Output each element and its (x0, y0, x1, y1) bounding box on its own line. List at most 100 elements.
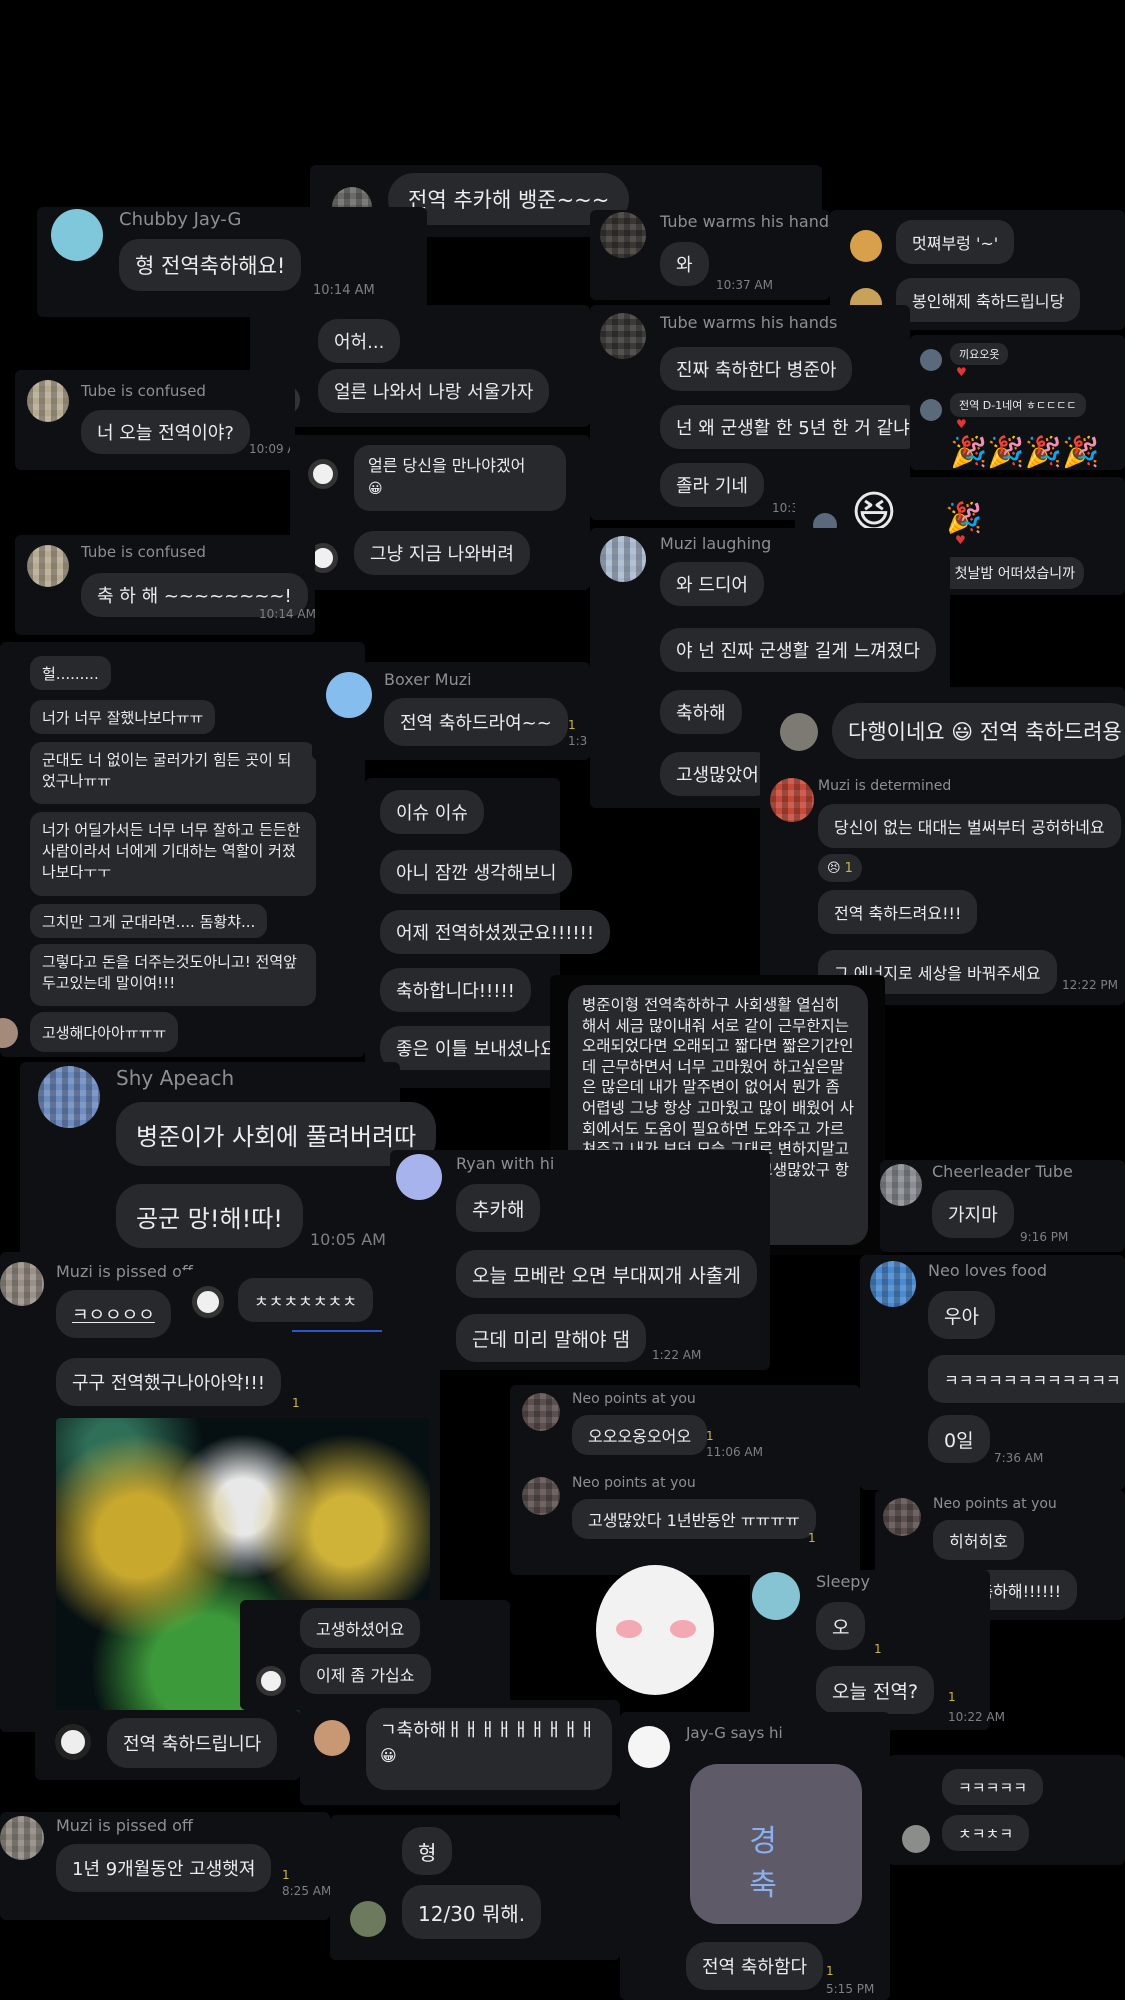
message-bubble: 고생많았다 1년반동안 ㅠㅠㅠㅠ (572, 1499, 816, 1539)
message-bubble: 1년 9개월동안 고생햇져 (56, 1844, 272, 1892)
avatar[interactable] (350, 1901, 386, 1937)
message-bubble: 얼른 당신을 만나야겠어 😀 (354, 445, 566, 511)
sender-name: Tube is confused (81, 543, 206, 561)
message-bubble: 고생많았어 (660, 752, 775, 796)
avatar[interactable] (522, 1477, 560, 1515)
message-bubble: 축하합니다!!!!! (380, 968, 531, 1012)
message-bubble: 축하해 (660, 690, 742, 734)
chat-panel-23: Neo loves food 우아 ㅋㅋㅋㅋㅋㅋㅋㅋㅋㅋㅋㅋ 0일 7:36 A… (860, 1255, 1125, 1490)
white-character-sticker[interactable] (596, 1565, 714, 1695)
avatar[interactable] (883, 1498, 921, 1536)
avatar[interactable] (326, 672, 372, 718)
avatar[interactable] (600, 313, 646, 359)
avatar[interactable] (51, 209, 103, 261)
avatar[interactable] (850, 230, 882, 262)
sender-name: Sleepy (816, 1572, 870, 1591)
avatar[interactable] (920, 399, 942, 421)
unread-count: 1 (826, 1964, 834, 1978)
message-bubble: 진짜 축하한다 병준아 (660, 347, 853, 391)
sender-name: Jay-G says hi (686, 1724, 783, 1742)
message-bubble: 오늘 모베란 오면 부대찌개 사출게 (456, 1250, 757, 1298)
heart-icon: ♥ (956, 417, 967, 431)
grin-emoji-icon: 😀 (380, 1746, 397, 1766)
reaction-count: 1 (844, 860, 853, 876)
message-bubble: ㅋㅇㅇㅇㅇ (56, 1290, 171, 1338)
avatar[interactable] (870, 1261, 916, 1307)
message-bubble: 근데 미리 말해야 댐 (456, 1314, 646, 1362)
sender-name: Tube is confused (81, 382, 206, 400)
avatar[interactable] (920, 349, 942, 371)
avatar[interactable] (27, 545, 69, 587)
sender-name: Shy Apeach (116, 1066, 235, 1090)
avatar[interactable] (902, 1825, 930, 1853)
avatar[interactable] (314, 1720, 350, 1756)
grin-emoji-icon: 😀 (368, 481, 383, 498)
sender-name: Cheerleader Tube (932, 1162, 1073, 1181)
chat-panel-20: Cheerleader Tube 가지마 9:16 PM (880, 1160, 1125, 1252)
timestamp: 11:06 AM (706, 1445, 763, 1459)
message-text: 얼른 당신을 만나야겠어 (368, 456, 526, 475)
message-bubble: 아니 잠깐 생각해보니 (380, 850, 573, 894)
unread-count: 1 (948, 1690, 956, 1704)
avatar[interactable] (38, 1066, 100, 1128)
sender-name: Boxer Muzi (384, 670, 472, 689)
heart-icon: ♥ (956, 365, 967, 379)
chat-panel-16: 이슈 이슈 아니 잠깐 생각해보니 어제 전역하셨겠군요!!!!!! 축하합니다… (365, 778, 611, 1088)
avatar[interactable] (880, 1164, 922, 1206)
sender-name: Tube warms his hands (660, 212, 838, 231)
timestamp: 5:15 PM (826, 1982, 875, 1996)
message-bubble: 좋은 이틀 보내셨나요 (380, 1026, 573, 1070)
sender-name: Ryan with hi (456, 1154, 555, 1173)
message-bubble: 12/30 뭐해. (402, 1885, 542, 1939)
avatar[interactable] (192, 1286, 224, 1318)
sticker-cheek-left (616, 1620, 642, 1638)
avatar[interactable] (752, 1572, 800, 1620)
message-bubble: 히허히호 (933, 1520, 1024, 1560)
unread-count: 1 (808, 1531, 816, 1545)
message-bubble: 얼른 나와서 나랑 서울가자 (318, 369, 550, 413)
message-bubble: 끼요오옷 (950, 343, 1009, 365)
message-bubble: ㄱ축하해ㅐㅐㅐㅐㅐㅐㅐㅐㅐ 😀 (366, 1708, 612, 1790)
avatar[interactable] (55, 1724, 91, 1760)
avatar[interactable] (396, 1154, 442, 1200)
chat-panel-8: Tube is confused 너 오늘 전역이야? 10:09 A (15, 370, 296, 470)
sad-emoji-icon: 😣 (827, 860, 841, 876)
unread-count: 1 (706, 1429, 714, 1443)
timestamp: 10:14 AM (259, 607, 316, 621)
avatar[interactable] (308, 459, 338, 489)
timestamp: 9:16 PM (1020, 1230, 1069, 1244)
message-bubble: 가지마 (932, 1190, 1014, 1238)
avatar[interactable] (770, 778, 814, 822)
sender-name: Muzi is pissed off (56, 1262, 193, 1281)
message-bubble: 너가 너무 잘했나보다ㅠㅠ (30, 700, 216, 734)
message-bubble: 당신이 없는 대대는 벌써부터 공허하네요 (818, 804, 1121, 848)
avatar[interactable] (600, 536, 646, 582)
avatar[interactable] (27, 380, 69, 422)
chat-panel-18: Shy Apeach 병준이가 사회에 풀려버려따 공군 망!해!따! 10:0… (20, 1062, 437, 1262)
message-bubble: 추카해 (456, 1184, 541, 1232)
sticker-caption: 경 축 (749, 1824, 807, 1903)
avatar[interactable] (256, 1666, 286, 1696)
avatar[interactable] (628, 1726, 670, 1768)
message-bubble: 전역 축하드립니다 (107, 1718, 278, 1768)
avatar[interactable] (0, 1262, 44, 1306)
timestamp: 10:14 AM (313, 283, 375, 298)
message-text: ㄱ축하해ㅐㅐㅐㅐㅐㅐㅐㅐㅐ (380, 1720, 596, 1741)
timestamp: 7:36 AM (994, 1451, 1044, 1465)
message-bubble: ㅊㅊㅊㅊㅊㅊㅊ (238, 1278, 374, 1322)
avatar[interactable] (600, 212, 646, 258)
message-bubble: 공군 망!해!따! (116, 1184, 303, 1248)
avatar[interactable] (522, 1393, 560, 1431)
timestamp: 10:37 AM (716, 278, 773, 292)
chat-panel-5: 어허... 얼른 나와서 나랑 서울가자 (250, 305, 590, 427)
avatar[interactable] (0, 1816, 44, 1860)
avatar[interactable] (780, 713, 818, 751)
message-bubble: 전역 축하함다 (686, 1942, 824, 1990)
sender-name: Neo points at you (572, 1475, 696, 1491)
message-bubble: 병준이가 사회에 풀려버려따 (116, 1102, 437, 1166)
party-popper-icon: 🎉🎉🎉🎉 (950, 435, 1100, 470)
reaction-badge: 😣 1 (818, 854, 862, 882)
message-bubble: 전역 축하드라여~~ (384, 698, 568, 746)
chat-panel-15: Muzi is determined 당신이 없는 대대는 벌써부터 공허하네요… (760, 770, 1125, 1005)
avatar[interactable] (0, 1018, 18, 1048)
